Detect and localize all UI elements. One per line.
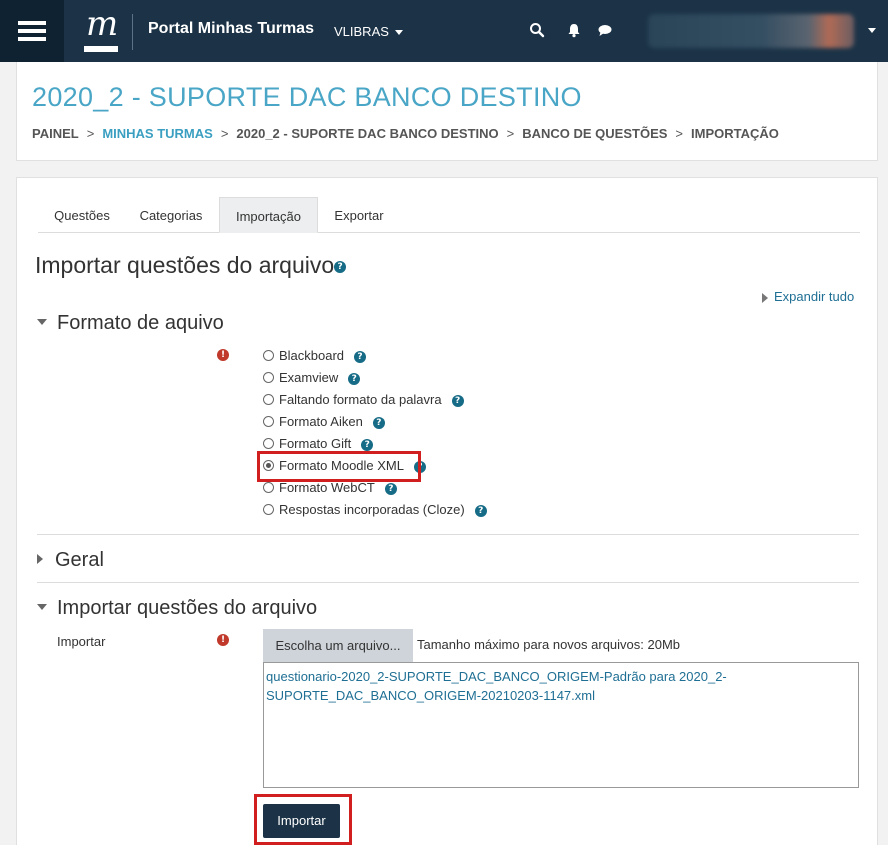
radio-button[interactable]: [263, 350, 274, 362]
max-size-text: Tamanho máximo para novos arquivos: 20Mb: [417, 637, 681, 652]
help-icon[interactable]: ?: [451, 394, 464, 407]
breadcrumb-separator: >: [220, 126, 229, 141]
fieldset-divider: [37, 582, 859, 583]
form-heading-text: Importar questões do arquivo: [35, 252, 335, 278]
user-menu[interactable]: [648, 14, 854, 48]
breadcrumb-item-course[interactable]: 2020_2 - SUPORTE DAC BANCO DESTINO: [236, 126, 498, 141]
help-icon[interactable]: ?: [361, 438, 374, 451]
breadcrumb-separator: >: [506, 126, 515, 141]
tab-importacao[interactable]: Importação: [219, 197, 318, 233]
expand-all-link[interactable]: Expandir tudo: [762, 289, 854, 304]
help-icon[interactable]: ?: [474, 504, 487, 517]
radio-label: Formato Aiken: [279, 414, 363, 429]
radio-button[interactable]: [263, 394, 274, 406]
radio-option-cloze[interactable]: Respostas incorporadas (Cloze)?: [263, 502, 487, 522]
chevron-down-icon: [37, 603, 47, 610]
help-icon[interactable]: ?: [372, 416, 385, 429]
chevron-down-icon[interactable]: [868, 28, 876, 33]
import-submit-button[interactable]: Importar: [263, 804, 340, 838]
radio-option-missing-word[interactable]: Faltando formato da palavra?: [263, 392, 464, 412]
breadcrumb-separator: >: [675, 126, 684, 141]
required-icon: !: [217, 634, 229, 646]
tab-questoes[interactable]: Questões: [44, 197, 120, 233]
chevron-right-icon: [37, 553, 43, 564]
radio-option-blackboard[interactable]: Blackboard?: [263, 348, 367, 368]
form-heading: Importar questões do arquivo?: [35, 252, 347, 279]
breadcrumb-item-minhas-turmas[interactable]: MINHAS TURMAS: [102, 126, 213, 141]
radio-button[interactable]: [263, 438, 274, 450]
help-icon[interactable]: ?: [384, 482, 397, 495]
fieldset-import-toggle[interactable]: Importar questões do arquivo: [37, 597, 317, 620]
import-field-label: Importar: [57, 634, 106, 649]
radio-button[interactable]: [263, 372, 274, 384]
fieldset-import-legend: Importar questões do arquivo: [57, 597, 318, 619]
selected-file-link[interactable]: questionario-2020_2-SUPORTE_DAC_BANCO_OR…: [266, 667, 736, 705]
radio-label: Blackboard: [279, 348, 345, 363]
fieldset-format-toggle[interactable]: Formato de aquivo: [37, 312, 224, 335]
help-icon[interactable]: ?: [348, 372, 361, 385]
chevron-down-icon: [37, 318, 47, 325]
file-drop-area[interactable]: questionario-2020_2-SUPORTE_DAC_BANCO_OR…: [263, 662, 859, 788]
help-icon[interactable]: ?: [334, 260, 347, 273]
breadcrumb-separator: >: [86, 126, 95, 141]
breadcrumb-item-import: IMPORTAÇÃO: [691, 126, 779, 141]
radio-option-examview[interactable]: Examview?: [263, 370, 361, 390]
radio-button[interactable]: [263, 504, 274, 516]
breadcrumb: PAINEL > MINHAS TURMAS >2020_2 - SUPORTE DA…: [32, 126, 779, 141]
page-header: 2020_2 - SUPORTE DAC BANCO DESTINO PAINE…: [16, 62, 878, 161]
radio-label: Faltando formato da palavra: [279, 392, 442, 407]
breadcrumb-item-painel[interactable]: PAINEL: [32, 126, 79, 141]
radio-option-aiken[interactable]: Formato Aiken?: [263, 414, 385, 434]
radio-label: Formato Gift: [279, 436, 352, 451]
chevron-right-icon: [762, 292, 768, 303]
chat-icon[interactable]: [597, 22, 613, 38]
highlight-box: [257, 451, 421, 482]
search-icon[interactable]: [529, 22, 545, 38]
radio-label: Formato WebCT: [279, 480, 375, 495]
tab-exportar[interactable]: Exportar: [323, 197, 395, 233]
breadcrumb-item-question-bank[interactable]: BANCO DE QUESTÕES: [522, 126, 667, 141]
fieldset-divider: [37, 534, 859, 535]
radio-option-webct[interactable]: Formato WebCT?: [263, 480, 397, 500]
logo-divider: [132, 14, 133, 50]
bell-icon[interactable]: [566, 22, 582, 38]
radio-button[interactable]: [263, 482, 274, 494]
tab-bar: Questões Categorias Importação Exportar: [38, 197, 860, 233]
menu-icon[interactable]: [0, 0, 64, 62]
fieldset-general-legend: Geral: [55, 549, 104, 571]
radio-label: Respostas incorporadas (Cloze): [279, 502, 465, 517]
logo-letter: m: [86, 4, 119, 44]
choose-file-button[interactable]: Escolha um arquivo...: [263, 629, 413, 662]
top-navbar: m Portal Minhas Turmas VLIBRAS: [0, 0, 888, 62]
chevron-down-icon: [394, 30, 403, 36]
fieldset-format-legend: Formato de aquivo: [57, 312, 224, 334]
expand-all-label: Expandir tudo: [774, 289, 855, 304]
radio-button[interactable]: [263, 416, 274, 428]
site-name[interactable]: Portal Minhas Turmas: [148, 20, 314, 38]
tab-categorias[interactable]: Categorias: [128, 197, 214, 233]
required-icon: !: [217, 349, 229, 361]
radio-label: Examview: [279, 370, 339, 385]
site-logo[interactable]: m: [84, 4, 120, 52]
language-menu[interactable]: VLIBRAS: [334, 24, 403, 39]
language-label: VLIBRAS: [334, 24, 389, 39]
help-icon[interactable]: ?: [354, 350, 367, 363]
fieldset-general-toggle[interactable]: Geral: [37, 549, 104, 572]
main-content: Questões Categorias Importação Exportar …: [16, 177, 878, 845]
page-title: 2020_2 - SUPORTE DAC BANCO DESTINO: [32, 82, 582, 112]
